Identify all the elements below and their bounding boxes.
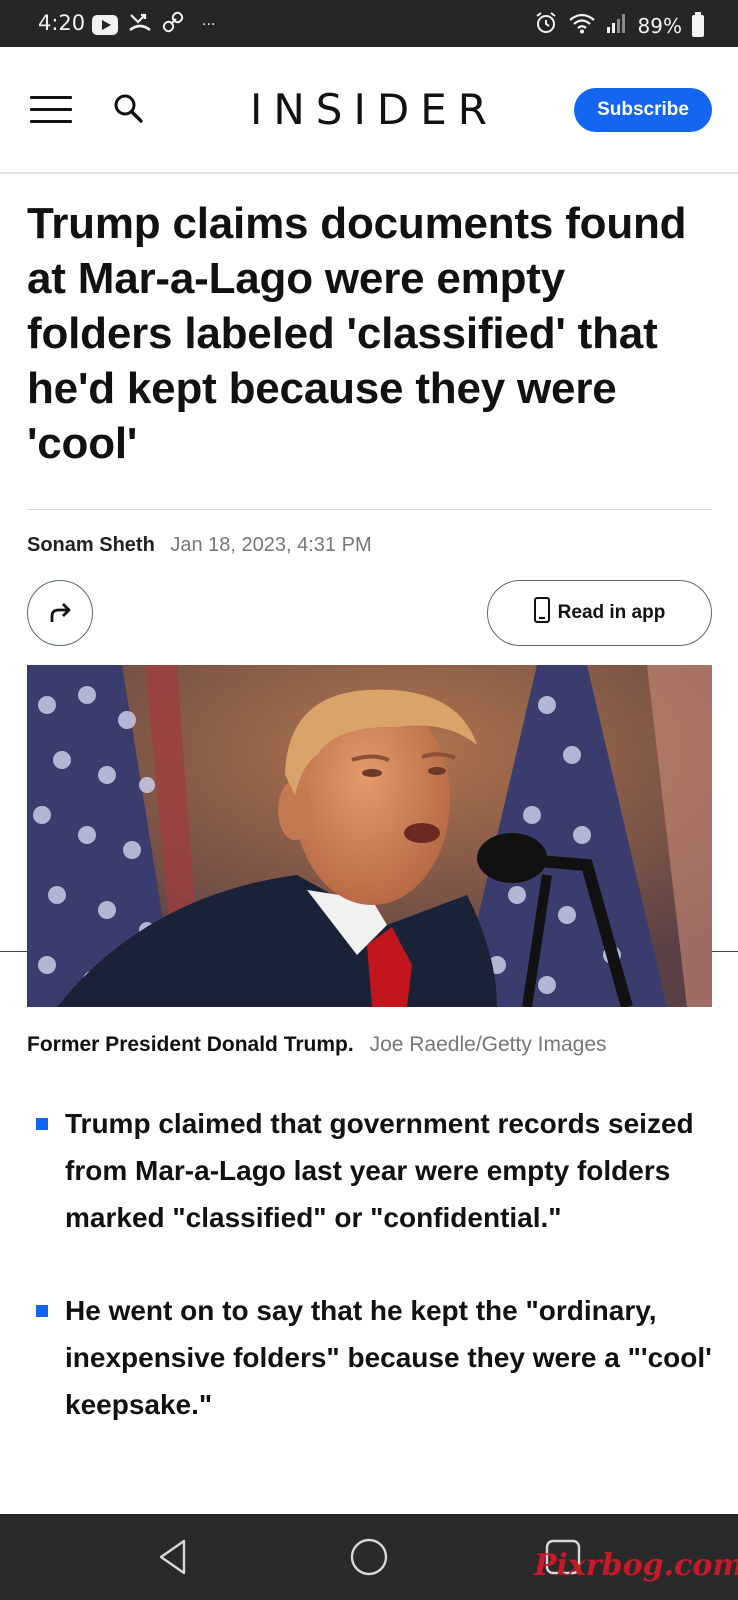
share-button[interactable] [27, 580, 93, 646]
article-headline: Trump claims documents found at Mar-a-La… [27, 199, 687, 468]
watermark-text: Pixrbog.com [534, 1548, 738, 1583]
caption-text: Former President Donald Trump. [27, 1033, 354, 1056]
battery-percent: 89% [637, 13, 682, 38]
read-in-app-button[interactable]: Read in app [487, 580, 712, 646]
subscribe-button[interactable]: Subscribe [574, 88, 712, 132]
key-point-text: Trump claimed that government records se… [65, 1108, 694, 1233]
photo-credit: Joe Raedle/Getty Images [369, 1033, 607, 1056]
bullet-square-icon [36, 1305, 48, 1317]
divider [712, 951, 738, 952]
byline: Sonam Sheth Jan 18, 2023, 4:31 PM [27, 534, 372, 557]
alarm-icon [534, 11, 558, 40]
bullet-square-icon [36, 1118, 48, 1130]
key-point: Trump claimed that government records se… [36, 1100, 716, 1241]
author-name[interactable]: Sonam Sheth [27, 534, 155, 556]
site-header: INSIDER Subscribe [0, 47, 738, 174]
search-icon[interactable] [113, 93, 145, 125]
hamburger-menu-icon[interactable] [30, 96, 72, 124]
insider-logo[interactable]: INSIDER [250, 85, 498, 134]
phone-icon [533, 597, 550, 623]
wifi-icon [568, 12, 596, 39]
read-in-app-label: Read in app [557, 602, 666, 623]
key-point-text: He went on to say that he kept the "ordi… [65, 1295, 712, 1420]
photo-caption: Former President Donald Trump. Joe Raedl… [27, 1033, 607, 1057]
back-icon[interactable] [151, 1534, 197, 1580]
share-arrow-icon [50, 603, 71, 622]
link-icon [162, 11, 184, 38]
divider [27, 509, 712, 510]
divider [0, 951, 27, 952]
youtube-notification-icon [92, 14, 118, 35]
missed-call-icon [128, 11, 152, 38]
home-icon[interactable] [346, 1534, 392, 1580]
key-points-list: Trump claimed that government records se… [36, 1100, 716, 1474]
article-photo [27, 665, 712, 1007]
status-bar: 4:20 ··· 89% [0, 0, 738, 47]
key-point: He went on to say that he kept the "ordi… [36, 1287, 716, 1428]
status-time: 4:20 [38, 11, 86, 35]
publish-date: Jan 18, 2023, 4:31 PM [170, 534, 372, 556]
battery-icon [692, 11, 704, 37]
more-notifications-icon: ··· [202, 16, 216, 33]
signal-icon [606, 12, 628, 39]
